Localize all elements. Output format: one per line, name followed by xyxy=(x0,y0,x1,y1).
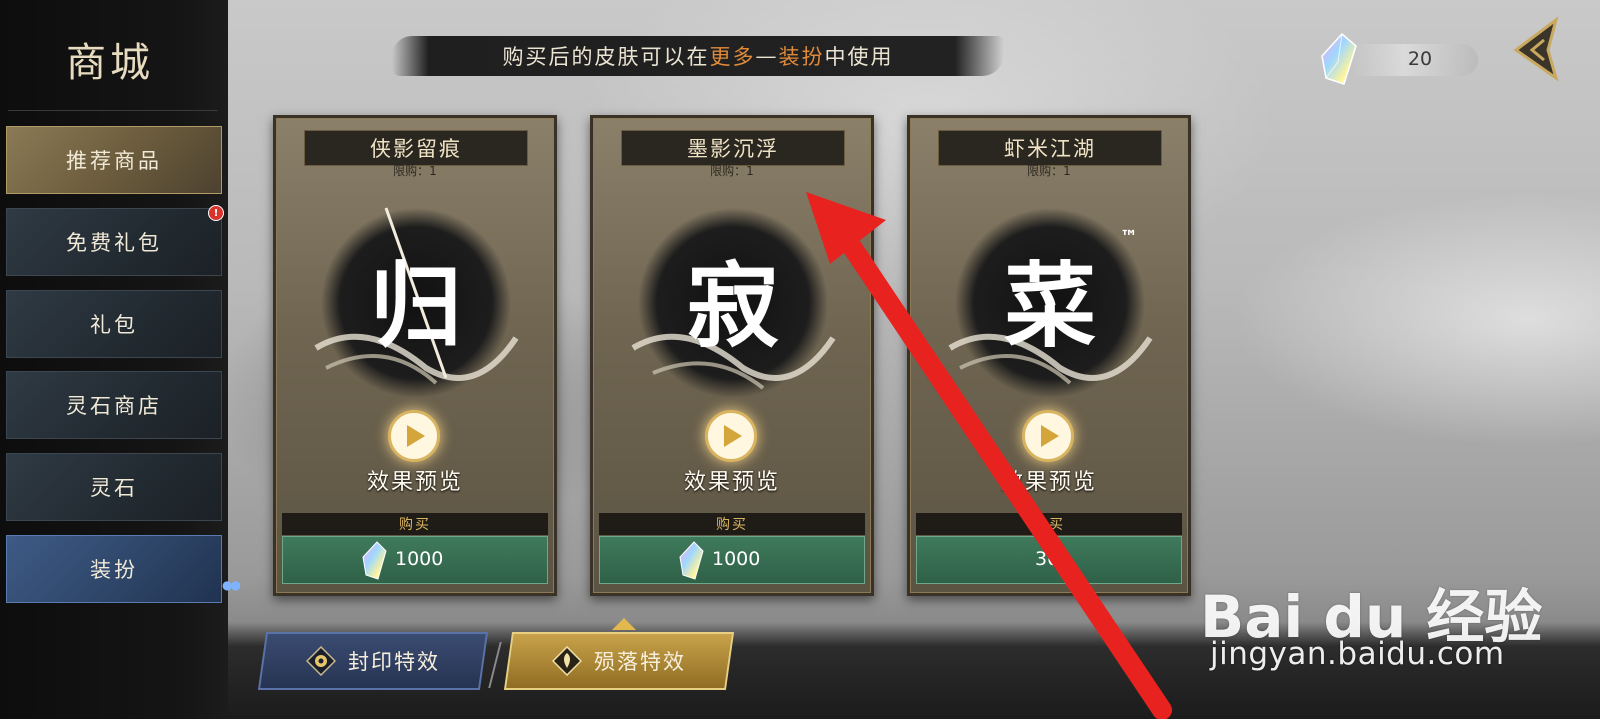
tab-label: 殒落特效 xyxy=(594,650,686,674)
play-icon xyxy=(724,425,742,447)
sidebar-item-dress-up[interactable]: 装扮 xyxy=(6,535,222,603)
buy-button[interactable]: 30 xyxy=(916,536,1182,584)
sidebar-item-spirit-stone[interactable]: 灵石 xyxy=(6,453,222,521)
tab-label: 封印特效 xyxy=(348,650,440,674)
buy-label: 购买 xyxy=(916,513,1182,535)
seal-effect-icon xyxy=(306,646,336,676)
buy-button[interactable]: 1000 xyxy=(282,536,548,584)
product-card: 虾米江湖 限购：1 菜 ™ 效果预览 购买 30 xyxy=(907,115,1191,596)
purchase-limit: 限购：1 xyxy=(393,164,437,178)
sidebar-item-label: 灵石 xyxy=(90,476,138,500)
emblem-glyph: 归 xyxy=(370,252,462,360)
sidebar-item-label: 免费礼包 xyxy=(66,231,162,255)
product-card: 侠影留痕 限购：1 归 效果预览 购买 1000 xyxy=(273,115,557,596)
sidebar-item-recommended[interactable]: 推荐商品 xyxy=(6,126,222,194)
sidebar-item-gift-pack[interactable]: 礼包 xyxy=(6,290,222,358)
buy-button[interactable]: 1000 xyxy=(599,536,865,584)
preview-label: 效果预览 xyxy=(366,470,463,495)
price-value: 1000 xyxy=(712,548,761,570)
notice-highlight-dressup: 装扮 xyxy=(778,45,825,69)
card-title: 虾米江湖 xyxy=(938,130,1162,166)
back-icon[interactable] xyxy=(1508,14,1568,84)
currency-value: 20 xyxy=(1407,48,1433,70)
purchase-limit: 限购：1 xyxy=(1027,164,1071,178)
price-value: 1000 xyxy=(395,548,444,570)
notice-text: 购买后的皮肤可以在 xyxy=(502,45,710,69)
emblem-glyph: 寂 xyxy=(687,252,779,360)
preview-label: 效果预览 xyxy=(683,470,780,495)
spirit-stone-icon xyxy=(1321,32,1357,85)
sidebar-item-label: 推荐商品 xyxy=(66,149,162,173)
ink-emblem-art: 菜 ™ xyxy=(948,208,1153,398)
notice-highlight-more: 更多 xyxy=(709,45,756,69)
emblem-glyph: 菜 xyxy=(1004,252,1096,360)
sidebar: 商城 推荐商品 免费礼包 ! 礼包 灵石商店 灵石 装扮 ●● xyxy=(0,0,241,719)
card-title: 墨影沉浮 xyxy=(621,130,845,166)
sidebar-item-free-gift[interactable]: 免费礼包 xyxy=(6,208,222,276)
play-preview-button[interactable] xyxy=(705,410,757,462)
sidebar-item-label: 装扮 xyxy=(90,558,138,582)
tab-seal-effect[interactable]: 封印特效 xyxy=(257,632,489,690)
card-title: 侠影留痕 xyxy=(304,130,528,166)
watermark-url: jingyan.baidu.com xyxy=(1210,636,1505,672)
purchase-limit: 限购：1 xyxy=(710,164,754,178)
notice-banner: 购买后的皮肤可以在 更多 — 装扮 中使用 xyxy=(392,36,1004,76)
buy-label: 购买 xyxy=(282,513,548,535)
sidebar-item-label: 礼包 xyxy=(90,313,138,337)
active-tab-indicator-icon xyxy=(612,618,636,630)
play-icon xyxy=(407,425,425,447)
notice-dash: — xyxy=(755,44,779,68)
page-title: 商城 xyxy=(66,40,154,86)
play-icon xyxy=(1041,425,1059,447)
trademark-mark: ™ xyxy=(1120,227,1138,248)
ink-emblem-art: 寂 xyxy=(631,208,836,398)
ink-emblem-art: 归 xyxy=(314,207,519,398)
sidebar-item-stone-shop[interactable]: 灵石商店 xyxy=(6,371,222,439)
price-value: 30 xyxy=(1035,548,1060,570)
notification-badge: ! xyxy=(208,205,224,221)
play-preview-button[interactable] xyxy=(1022,410,1074,462)
fall-effect-icon xyxy=(552,646,582,676)
selection-dots-icon: ●● xyxy=(222,578,241,592)
notice-text-end: 中使用 xyxy=(824,45,894,69)
tab-fall-effect[interactable]: 殒落特效 xyxy=(503,632,735,690)
sidebar-item-label: 灵石商店 xyxy=(66,394,162,418)
preview-label: 效果预览 xyxy=(1000,470,1097,495)
sidebar-divider xyxy=(8,110,218,111)
product-card: 墨影沉浮 限购：1 寂 效果预览 购买 1000 xyxy=(590,115,874,596)
buy-label: 购买 xyxy=(599,513,865,535)
spirit-stone-icon xyxy=(362,541,387,580)
play-preview-button[interactable] xyxy=(388,410,440,462)
spirit-stone-icon xyxy=(679,541,704,580)
